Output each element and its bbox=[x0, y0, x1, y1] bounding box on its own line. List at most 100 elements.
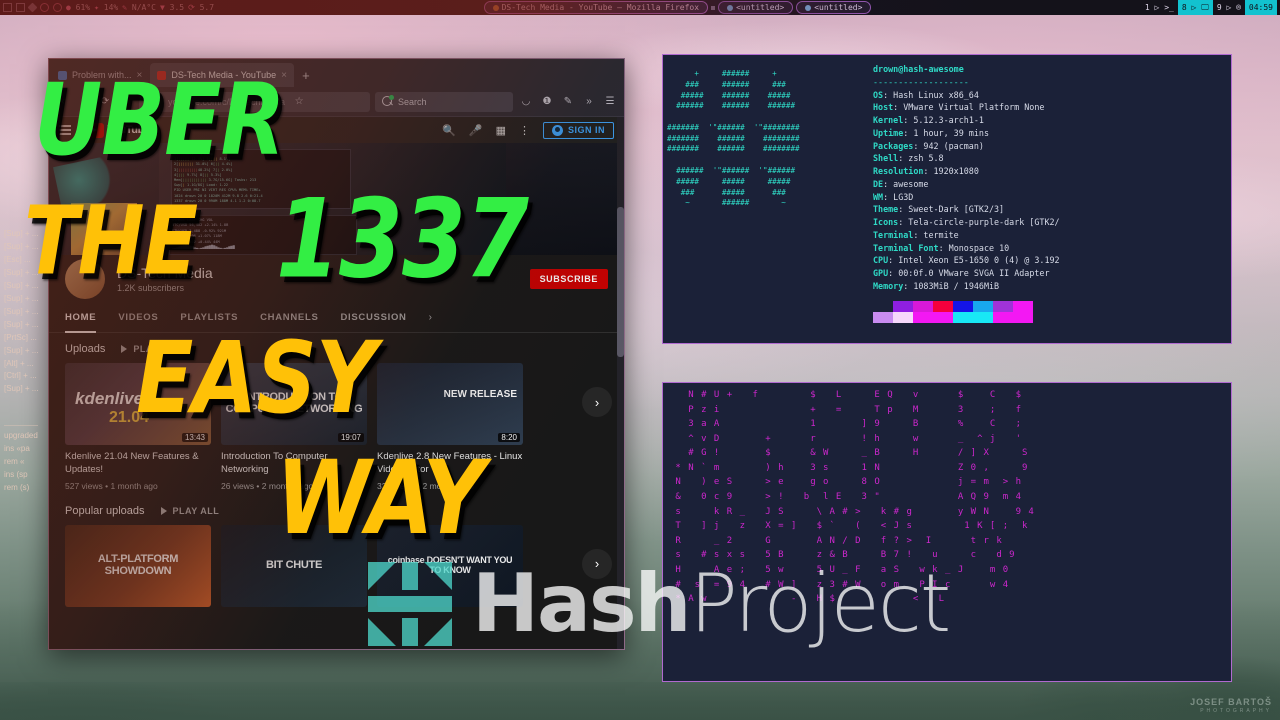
color-palette bbox=[873, 300, 1033, 323]
distro-ascii-logo: + ###### + ### ###### ### ##### ###### #… bbox=[667, 69, 800, 208]
task-button-terminal-1[interactable]: <untitled> bbox=[718, 1, 794, 14]
neofetch-value: : Tela-circle-purple-dark [GTK2/ bbox=[898, 217, 1060, 228]
neofetch-value: : Monospace 10 bbox=[938, 242, 1010, 253]
apps-grid-icon[interactable]: ▦ bbox=[496, 124, 506, 137]
headline-1337: 1337 bbox=[276, 176, 529, 303]
neofetch-key: CPU bbox=[873, 255, 889, 266]
audio-indicator[interactable]: 9 ▷ ⌾ bbox=[1213, 0, 1245, 15]
firefox-icon bbox=[492, 4, 499, 11]
clock[interactable]: 04:59 bbox=[1244, 0, 1277, 15]
neofetch-row-uptime: Uptime: 1 hour, 39 mins bbox=[873, 127, 1231, 140]
palette-swatch bbox=[893, 300, 913, 312]
tag-indicator-4[interactable] bbox=[40, 3, 49, 12]
keybinding-line: [Sup] + ... bbox=[4, 345, 39, 355]
neofetch-key: WM bbox=[873, 191, 884, 202]
overflow-icon[interactable]: » bbox=[581, 94, 597, 110]
display-indicator[interactable]: 8 ▷ 🖵 bbox=[1177, 0, 1213, 15]
neofetch-value: : zsh 5.8 bbox=[898, 153, 944, 164]
account-icon[interactable]: ❶ bbox=[539, 94, 555, 110]
neofetch-value: : 00:0f.0 VMware SVGA II Adapter bbox=[888, 268, 1050, 279]
subscribe-button[interactable]: SUBSCRIBE bbox=[529, 269, 608, 289]
task-button-firefox[interactable]: DS-Tech Media - YouTube — Mozilla Firefo… bbox=[483, 1, 709, 14]
task-label: <untitled> bbox=[814, 3, 863, 12]
headline-the: THE bbox=[24, 186, 198, 296]
headline-uber: UBER bbox=[34, 62, 285, 178]
wallpaper-foreground bbox=[0, 682, 1280, 720]
neofetch-row-de: DE: awesome bbox=[873, 178, 1231, 191]
new-tab-button[interactable]: + bbox=[295, 63, 317, 87]
keybinding-line: [Alt] + ... bbox=[4, 358, 34, 368]
palette-swatch bbox=[1013, 311, 1033, 323]
tag-indicator-3[interactable] bbox=[27, 2, 38, 13]
keybinding-line: [Ctrl] + ... bbox=[4, 371, 37, 381]
topbar-right-group[interactable]: 1 ▷ >_ 8 ▷ 🖵 9 ▷ ⌾ 04:59 bbox=[1141, 0, 1280, 15]
neofetch-key: Resolution bbox=[873, 166, 924, 177]
palette-swatch bbox=[953, 311, 973, 323]
neofetch-row-kernel: Kernel: 5.12.3-arch1-1 bbox=[873, 114, 1231, 127]
neofetch-user-host: drown@hash-awesome bbox=[873, 64, 964, 74]
chevron-right-icon[interactable]: › bbox=[429, 312, 432, 323]
neofetch-row-shell: Shell: zsh 5.8 bbox=[873, 152, 1231, 165]
palette-swatch bbox=[913, 311, 933, 323]
bookmark-star-icon[interactable]: ☆ bbox=[291, 94, 307, 110]
search-placeholder: Search bbox=[398, 96, 427, 107]
sign-in-label: SIGN IN bbox=[567, 125, 605, 135]
neofetch-terminal-window[interactable]: + ###### + ### ###### ### ##### ###### #… bbox=[662, 54, 1232, 344]
neofetch-key: Shell bbox=[873, 153, 899, 164]
search-bar[interactable]: Search bbox=[375, 91, 513, 112]
tab-home[interactable]: HOME bbox=[65, 303, 97, 333]
topbar-left-group[interactable]: ● 61% ✦ 14% ✎ N/A°C ▼ 3.5 ⟳ 5.7 bbox=[0, 2, 214, 13]
more-vertical-icon[interactable]: ⋮ bbox=[519, 124, 530, 137]
palette-swatch bbox=[873, 311, 893, 323]
workspace-indicator[interactable]: 1 ▷ >_ bbox=[1141, 0, 1178, 15]
matrix-row: s k R _ J S \ A # > k # g y W N 9 4 bbox=[669, 506, 1035, 517]
scrollbar-thumb[interactable] bbox=[617, 207, 624, 357]
tag-indicator-1[interactable] bbox=[3, 3, 12, 12]
neofetch-row-terminal-font: Terminal Font: Monospace 10 bbox=[873, 242, 1231, 255]
play-all-label: PLAY ALL bbox=[172, 505, 220, 516]
matrix-row: & 0 c 9 > ! b l E 3 " A Q 9 m 4 bbox=[669, 492, 1023, 503]
video-card[interactable]: ALT-PLATFORM SHOWDOWN bbox=[65, 524, 211, 607]
neofetch-key: OS bbox=[873, 89, 884, 100]
neofetch-key: Packages bbox=[873, 140, 914, 151]
neofetch-value: : Sweet-Dark [GTK2/3] bbox=[898, 204, 1005, 215]
pocket-icon[interactable]: ◡ bbox=[518, 94, 534, 110]
tag-indicator-5[interactable] bbox=[53, 3, 62, 12]
task-button-terminal-2[interactable]: <untitled> bbox=[796, 1, 872, 14]
edit-icon[interactable]: ✎ bbox=[560, 94, 576, 110]
account-avatar-icon bbox=[551, 124, 563, 136]
neofetch-row-cpu: CPU: Intel Xeon E5-1650 0 (4) @ 3.192 bbox=[873, 254, 1231, 267]
palette-swatch bbox=[973, 300, 993, 312]
palette-swatch bbox=[913, 300, 933, 312]
neofetch-value: : Intel Xeon E5-1650 0 (4) @ 3.192 bbox=[888, 255, 1060, 266]
neofetch-info-column: drown@hash-awesome ------------------- O… bbox=[873, 55, 1231, 343]
microphone-icon[interactable]: 🎤 bbox=[469, 124, 483, 137]
neofetch-key: Terminal bbox=[873, 229, 914, 240]
shelf-next-button[interactable]: › bbox=[582, 387, 612, 417]
palette-swatch bbox=[973, 311, 993, 323]
video-title[interactable]: Kdenlive 21.04 New Features & Updates! bbox=[65, 451, 211, 477]
sign-in-button[interactable]: SIGN IN bbox=[542, 121, 614, 139]
palette-swatch bbox=[873, 300, 893, 312]
neofetch-value: : 1083MiB / 1946MiB bbox=[903, 281, 1000, 292]
palette-row-dim bbox=[873, 311, 1033, 323]
neofetch-row-host: Host: VMware Virtual Platform None bbox=[873, 101, 1231, 114]
video-thumbnail[interactable]: NEW RELEASE 8:20 bbox=[377, 363, 523, 445]
menu-icon[interactable]: ☰ bbox=[602, 94, 618, 110]
thumbnail-overlay-text: ALT-PLATFORM SHOWDOWN bbox=[97, 553, 179, 577]
awesome-wm-topbar[interactable]: ● 61% ✦ 14% ✎ N/A°C ▼ 3.5 ⟳ 5.7 DS-Tech … bbox=[0, 0, 1280, 15]
task-label: DS-Tech Media - YouTube — Mozilla Firefo… bbox=[501, 3, 700, 12]
neofetch-value: : 942 (pacman) bbox=[913, 140, 984, 151]
topbar-tasklist[interactable]: DS-Tech Media - YouTube — Mozilla Firefo… bbox=[214, 1, 1141, 14]
play-all-button[interactable]: PLAY ALL bbox=[160, 505, 220, 516]
neofetch-key: Uptime bbox=[873, 127, 904, 138]
neofetch-key: Icons bbox=[873, 217, 899, 228]
palette-swatch bbox=[993, 311, 1013, 323]
search-icon[interactable]: 🔍 bbox=[442, 124, 456, 137]
thumbnail-logo: kdenlive bbox=[75, 389, 144, 408]
tag-indicator-2[interactable] bbox=[16, 3, 25, 12]
task-separator bbox=[711, 5, 716, 10]
hashproject-word-b: Project bbox=[689, 557, 952, 650]
video-thumbnail[interactable]: ALT-PLATFORM SHOWDOWN bbox=[65, 524, 211, 607]
neofetch-value: : 1920x1080 bbox=[923, 166, 979, 177]
